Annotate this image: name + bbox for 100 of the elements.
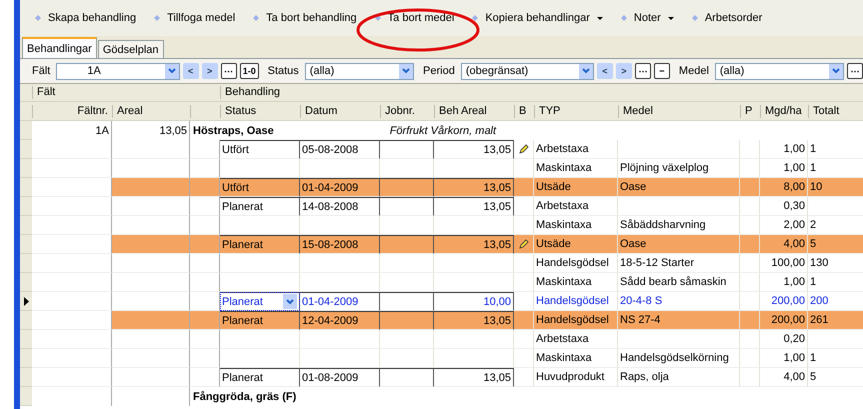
dropdown-field[interactable]: 1A bbox=[56, 62, 180, 80]
table-row[interactable]: Planerat 14-08-2008 13,05 Arbetstaxa 0,30 bbox=[20, 197, 863, 216]
chevron-icon bbox=[283, 294, 297, 309]
table-row[interactable]: Planerat 01-08-2009 13,05 Huvudprodukt Raps, olja 4,00 5 bbox=[20, 368, 863, 387]
table-cell: 1 bbox=[810, 352, 816, 364]
nav-button[interactable]: < bbox=[596, 63, 613, 79]
column-header[interactable]: Medel bbox=[618, 104, 740, 118]
chevron-icon bbox=[829, 64, 843, 78]
table-cell: Arbetstaxa bbox=[536, 200, 589, 212]
table-cell: 13,05 bbox=[159, 124, 187, 136]
table-cell: 13,05 bbox=[483, 238, 511, 250]
table-cell: Oase bbox=[620, 181, 646, 193]
column-group-header: Behandling bbox=[220, 86, 863, 99]
toolbar-button[interactable]: Kopiera behandlingar bbox=[463, 12, 612, 24]
row-header[interactable] bbox=[20, 292, 32, 311]
table-cell: 1A bbox=[96, 124, 109, 136]
table-cell: Planerat bbox=[222, 296, 263, 308]
column-header[interactable]: Status bbox=[220, 104, 300, 118]
dropdown-field[interactable]: (alla) bbox=[304, 62, 414, 80]
table-cell: Planerat bbox=[222, 238, 263, 250]
nav-button[interactable]: ⋯ bbox=[220, 63, 237, 79]
table-cell: Maskintaxa bbox=[536, 276, 592, 288]
bullet-icon bbox=[253, 15, 260, 21]
table-cell: 5 bbox=[810, 238, 816, 250]
filter-label: Status bbox=[268, 65, 299, 77]
table-cell: 2 bbox=[810, 219, 816, 231]
column-group-header: Fält bbox=[32, 86, 220, 99]
table-cell: Utfört bbox=[222, 144, 249, 156]
table-cell: 1,00 bbox=[784, 276, 805, 288]
row-pointer-icon bbox=[24, 296, 28, 306]
caret-icon bbox=[596, 16, 603, 20]
nav-button[interactable]: − bbox=[654, 63, 670, 79]
toolbar-button[interactable]: Ta bort behandling bbox=[244, 12, 366, 24]
table-cell: 200,00 bbox=[771, 295, 805, 307]
column-header[interactable]: Beh Areal bbox=[434, 104, 514, 118]
dropdown-field[interactable]: (alla) bbox=[714, 62, 844, 80]
nav-button[interactable]: ⋯ bbox=[634, 63, 651, 79]
nav-button[interactable]: 1-0 bbox=[240, 63, 259, 79]
table-cell: 200,00 bbox=[771, 314, 805, 326]
nav-button[interactable]: > bbox=[202, 63, 218, 79]
table-cell: Oase bbox=[620, 238, 646, 250]
table-row[interactable]: Maskintaxa Sådd bearb såmaskin 1,00 1 bbox=[20, 273, 863, 292]
table-cell: 1 bbox=[810, 143, 816, 155]
chevron-icon bbox=[399, 64, 414, 78]
table-row[interactable]: Utfört 05-08-2008 13,05 Arbetstaxa 1,00 1 bbox=[20, 140, 863, 159]
chevron-icon bbox=[164, 64, 179, 78]
toolbar-button[interactable]: Arbetsorder bbox=[682, 12, 772, 24]
toolbar-button[interactable]: Tillfoga medel bbox=[145, 12, 244, 24]
toolbar-button[interactable]: Skapa behandling bbox=[26, 12, 146, 24]
tab[interactable]: Gödselplan bbox=[98, 40, 164, 58]
table-row[interactable]: Handelsgödsel 18-5-12 Starter 100,00 130 bbox=[20, 254, 863, 273]
table-cell: 200 bbox=[810, 295, 828, 307]
table-cell: 5 bbox=[810, 371, 816, 383]
nav-button[interactable]: ⋯ bbox=[847, 63, 863, 79]
column-header[interactable]: Totalt bbox=[808, 104, 863, 118]
dropdown-field[interactable]: (obegränsat) bbox=[460, 62, 594, 80]
nav-button[interactable]: > bbox=[616, 63, 632, 79]
chevron-icon bbox=[578, 64, 593, 78]
table-cell: 1 bbox=[810, 276, 816, 288]
table-row[interactable]: Arbetstaxa 0,20 bbox=[20, 330, 863, 349]
table-cell: 13,05 bbox=[483, 200, 511, 212]
tab[interactable]: Behandlingar bbox=[22, 37, 97, 58]
table-cell: 1,00 bbox=[784, 352, 805, 364]
table-cell: Arbetstaxa bbox=[536, 143, 589, 155]
column-header[interactable]: Jobnr. bbox=[380, 104, 434, 118]
table-row[interactable]: Planerat 12-04-2009 13,05 Handelsgödsel NS 27-4 200,00 261 bbox=[20, 311, 863, 330]
column-header[interactable]: P bbox=[740, 104, 760, 118]
crop-heading: Fånggröda, gräs (F) bbox=[193, 390, 296, 402]
column-header[interactable]: Areal bbox=[112, 104, 190, 118]
column-header[interactable]: Datum bbox=[300, 104, 380, 118]
table-cell: 10,00 bbox=[483, 296, 511, 308]
column-header[interactable]: B bbox=[514, 104, 534, 118]
table-cell: Såbäddsharvning bbox=[620, 219, 706, 231]
table-cell: Sådd bearb såmaskin bbox=[620, 276, 726, 288]
table-cell: 261 bbox=[810, 314, 828, 326]
table-cell: 2,00 bbox=[784, 219, 805, 231]
table-cell: Plöjning växelplog bbox=[620, 162, 709, 174]
table-row[interactable]: Planerat 15-08-2008 13,05 Utsäde Oase 4,00 5 bbox=[20, 235, 863, 254]
table-cell: Handelsgödsel bbox=[536, 295, 609, 307]
column-header[interactable]: TYP bbox=[534, 104, 618, 118]
bullet-icon bbox=[35, 15, 41, 21]
table-cell: 14-08-2008 bbox=[302, 200, 358, 212]
filter-label: Medel bbox=[678, 65, 709, 77]
table-cell: 13,05 bbox=[483, 144, 511, 156]
bullet-icon bbox=[620, 15, 627, 21]
nav-button[interactable]: < bbox=[182, 63, 199, 79]
table-cell: Maskintaxa bbox=[536, 219, 592, 231]
toolbar-button[interactable]: Noter bbox=[612, 12, 683, 24]
table-cell: Utfört bbox=[222, 182, 249, 194]
table-cell: 13,05 bbox=[483, 372, 511, 384]
bullet-icon bbox=[374, 15, 381, 21]
table-row[interactable]: Utfört 01-04-2009 13,05 Utsäde Oase 8,00 10 bbox=[20, 178, 863, 197]
table-cell: 4,00 bbox=[784, 371, 805, 383]
table-cell: Maskintaxa bbox=[536, 352, 592, 364]
table-cell: 18-5-12 Starter bbox=[620, 257, 694, 269]
table-cell: 01-08-2009 bbox=[302, 372, 358, 384]
column-header[interactable]: Fältnr. bbox=[32, 104, 112, 118]
table-row[interactable]: Maskintaxa Handelsgödselkörning 1,00 1 bbox=[20, 349, 863, 368]
table-cell: Planerat bbox=[222, 200, 263, 212]
column-header[interactable]: Mgd/ha bbox=[760, 104, 808, 118]
